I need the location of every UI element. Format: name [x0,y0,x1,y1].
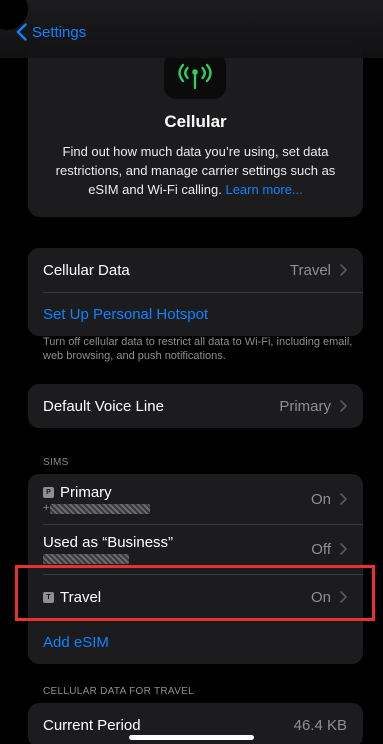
navigation-bar: Settings [0,0,383,58]
sim-primary-status-wrap: On [311,491,347,508]
redacted-phone-number [50,504,151,514]
personal-hotspot-label: Set Up Personal Hotspot [43,305,209,323]
sim-travel-label: Travel [60,588,102,606]
sim-primary-number: + [43,501,151,514]
sim-row-business[interactable]: Used as “Business” Off [28,524,363,574]
cellular-data-label: Cellular Data [43,261,130,279]
sims-group: P Primary + On Used as “Business” Off T … [28,474,363,664]
sim-business-label: Used as “Business” [43,534,174,551]
default-voice-line-label: Default Voice Line [43,397,164,415]
cellular-data-group: Cellular Data Travel Set Up Personal Hot… [28,248,363,336]
sim-business-name: Used as “Business” [43,534,173,551]
sim-primary-label: Primary [60,484,112,501]
page-title: Cellular [164,112,227,131]
default-voice-line-value: Primary [279,397,331,415]
chevron-right-icon [340,591,347,603]
sim-row-primary[interactable]: P Primary + On [28,474,363,524]
learn-more-link[interactable]: Learn more... [225,182,302,197]
sims-section-header: SIMs [43,457,69,468]
current-period-value: 46.4 KB [293,716,347,734]
sim-business-status-wrap: Off [311,541,347,558]
voice-line-value-wrap: Primary [279,398,347,415]
current-period-value-wrap: 46.4 KB [294,717,347,734]
sim-business-info: Used as “Business” [43,534,173,564]
cellular-data-row[interactable]: Cellular Data Travel [28,248,363,292]
usage-section-header: CELLULAR DATA FOR TRAVEL [43,686,194,697]
chevron-right-icon [340,493,347,505]
cellular-settings-screen: Settings Cellular Find out how much data… [0,0,383,744]
cellular-data-value: Travel [289,261,331,279]
sim-primary-status: On [310,490,331,508]
voice-line-group: Default Voice Line Primary [28,384,363,428]
chevron-right-icon [340,400,347,412]
sim-primary-name: P Primary [43,484,150,501]
add-esim-label: Add eSIM [43,633,109,651]
add-esim-row[interactable]: Add eSIM [28,620,363,664]
cellular-data-footnote: Turn off cellular data to restrict all d… [43,336,353,362]
redacted-phone-number [43,554,129,564]
sim-primary-info: P Primary + [43,484,151,514]
sim-travel-status-wrap: On [311,589,347,606]
sim-travel-name: T Travel [43,589,101,606]
personal-hotspot-row[interactable]: Set Up Personal Hotspot [28,292,363,336]
cellular-info-card: Cellular Find out how much data you’re u… [28,40,363,217]
default-voice-line-row[interactable]: Default Voice Line Primary [28,384,363,428]
home-indicator[interactable] [129,735,254,740]
sim-number-prefix: + [43,501,50,514]
sim-badge-icon: T [43,591,54,603]
cellular-antenna-icon [164,53,226,99]
chevron-right-icon [340,264,347,276]
current-period-label: Current Period [43,716,141,734]
sim-travel-status: On [310,588,331,606]
chevron-right-icon [340,543,347,555]
page-description: Find out how much data you’re using, set… [48,142,343,199]
back-to-settings-button[interactable]: Settings [16,20,86,44]
sim-business-status: Off [311,540,331,558]
sim-badge-icon: P [43,487,54,498]
cellular-data-value-wrap: Travel [290,262,347,279]
back-label: Settings [32,23,87,41]
sim-row-travel[interactable]: T Travel On [28,574,363,620]
